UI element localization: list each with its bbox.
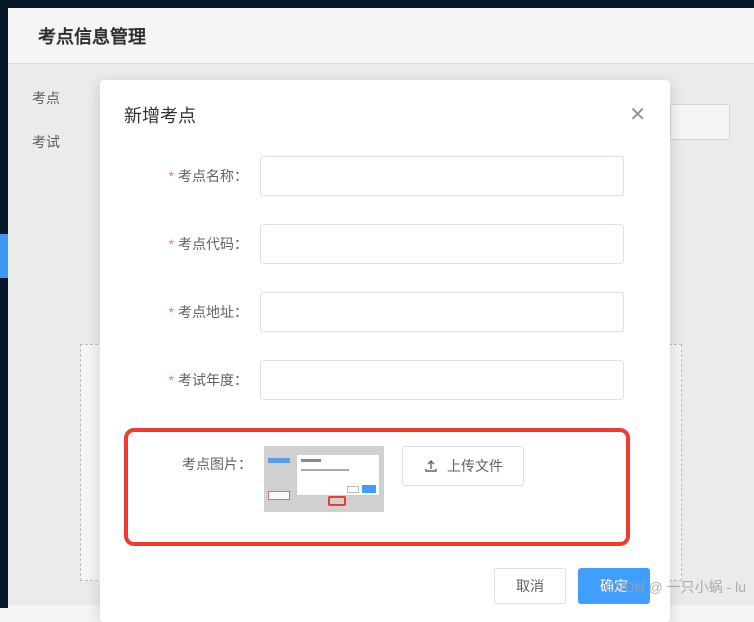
thumb-highlight xyxy=(328,496,346,506)
cancel-button[interactable]: 取消 xyxy=(494,568,566,604)
label-site-code: 考点代码： xyxy=(130,234,260,254)
thumb-decor xyxy=(268,491,290,500)
label-site-address: 考点地址： xyxy=(130,302,260,322)
form-row-code: 考点代码： xyxy=(130,224,624,264)
upload-button-label: 上传文件 xyxy=(447,456,503,476)
modal-header: 新增考点 ✕ xyxy=(100,80,670,136)
thumb-decor xyxy=(362,485,376,493)
upload-icon xyxy=(423,458,439,474)
input-site-name[interactable] xyxy=(260,156,624,196)
upload-file-button[interactable]: 上传文件 xyxy=(402,446,524,486)
modal-footer: 取消 确定 xyxy=(100,556,670,622)
form-row-year: 考试年度： xyxy=(130,360,624,400)
form-row-address: 考点地址： xyxy=(130,292,624,332)
modal-title: 新增考点 xyxy=(124,102,196,128)
input-exam-year[interactable] xyxy=(260,360,624,400)
form-row-image: 考点图片： xyxy=(140,446,614,512)
label-exam-year: 考试年度： xyxy=(130,370,260,390)
input-site-code[interactable] xyxy=(260,224,624,264)
image-thumbnail[interactable] xyxy=(264,446,384,512)
close-icon[interactable]: ✕ xyxy=(629,105,646,125)
label-site-image: 考点图片： xyxy=(140,446,264,474)
cancel-label: 取消 xyxy=(516,576,544,596)
modal-body: 考点名称： 考点代码： 考点地址： 考试年度： 考点图片： xyxy=(100,136,670,556)
image-section-highlight: 考点图片： xyxy=(124,428,630,546)
thumb-dialog xyxy=(296,454,380,496)
add-site-modal: 新增考点 ✕ 考点名称： 考点代码： 考点地址： 考试年度： 考点图片： xyxy=(100,80,670,622)
thumb-decor xyxy=(301,469,349,471)
thumb-decor xyxy=(347,486,359,493)
watermark-text: CSDN @ 一只小蜗 - lu xyxy=(605,577,746,597)
thumb-decor xyxy=(268,458,290,463)
form-row-name: 考点名称： xyxy=(130,156,624,196)
thumb-decor xyxy=(301,459,321,462)
input-site-address[interactable] xyxy=(260,292,624,332)
label-site-name: 考点名称： xyxy=(130,166,260,186)
